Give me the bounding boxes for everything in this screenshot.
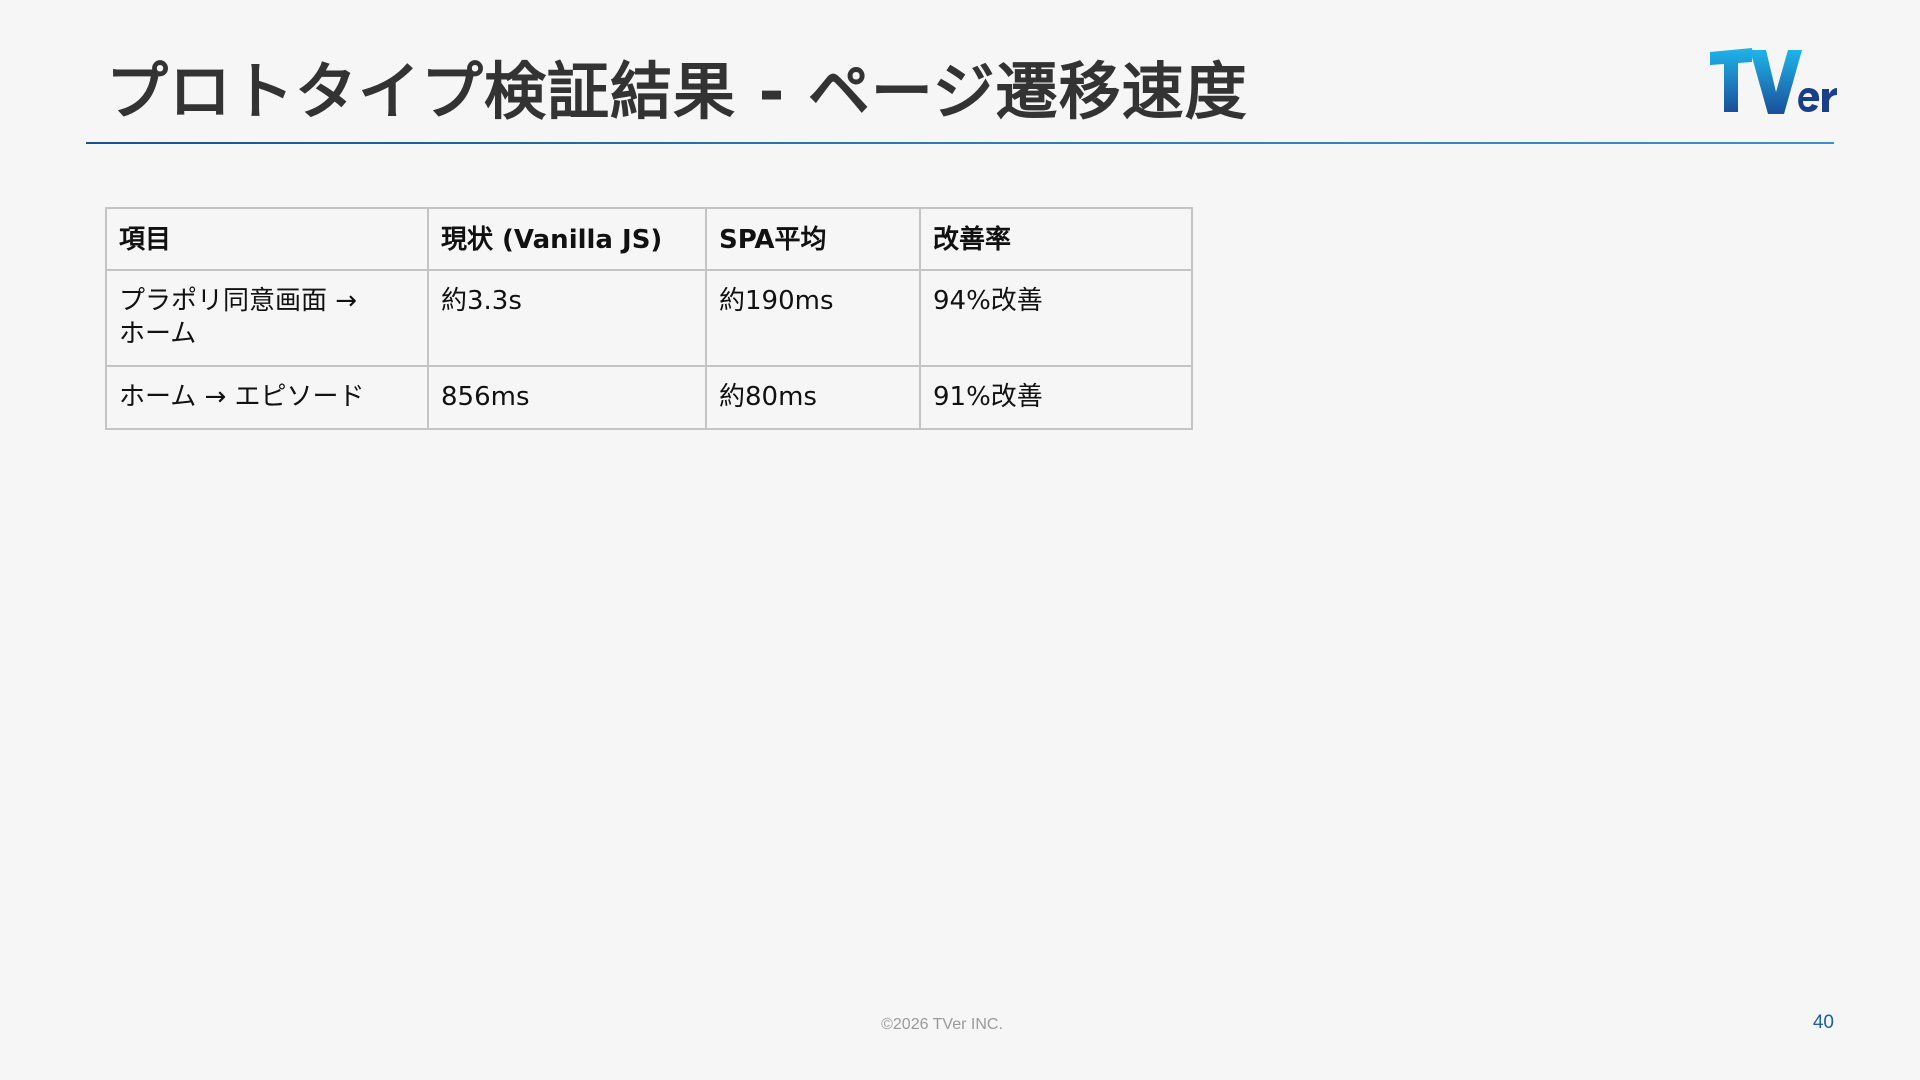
- header-item: 項目: [105, 207, 429, 271]
- table-header-row: 項目 現状 (Vanilla JS) SPA平均 改善率: [105, 207, 1193, 271]
- cell-improvement-rate: 94%改善: [919, 269, 1193, 367]
- slide: プロトタイプ検証結果 - ページ遷移速度 項目 現状 (Vanilla JS) …: [0, 0, 1920, 1080]
- cell-item-line-2: ホーム: [119, 319, 197, 349]
- cell-item: プラポリ同意画面 → ホーム: [105, 269, 429, 367]
- title-underline: [86, 142, 1834, 144]
- cell-item-line-1: プラポリ同意画面 →: [119, 286, 358, 316]
- header-improvement-rate: 改善率: [919, 207, 1193, 271]
- cell-improvement-rate: 91%改善: [919, 365, 1193, 430]
- comparison-table-container: 項目 現状 (Vanilla JS) SPA平均 改善率 プラポリ同意画面 → ホ…: [105, 207, 1193, 430]
- cell-current: 約3.3s: [427, 269, 707, 367]
- page-number: 40: [1812, 1012, 1834, 1033]
- cell-spa-average: 約190ms: [705, 269, 921, 367]
- page-transition-speed-table: 項目 現状 (Vanilla JS) SPA平均 改善率 プラポリ同意画面 → ホ…: [105, 207, 1193, 430]
- cell-item: ホーム → エピソード: [105, 365, 429, 430]
- footer-copyright: ©2026 TVer INC.: [881, 1016, 1003, 1033]
- tver-logo: [1710, 48, 1837, 114]
- cell-current: 856ms: [427, 365, 707, 430]
- slide-title: プロトタイプ検証結果 - ページ遷移速度: [106, 55, 1248, 128]
- table-row: プラポリ同意画面 → ホーム 約3.3s 約190ms 94%改善: [105, 269, 1193, 367]
- header-spa-average: SPA平均: [705, 207, 921, 271]
- cell-spa-average: 約80ms: [705, 365, 921, 430]
- table-row: ホーム → エピソード 856ms 約80ms 91%改善: [105, 365, 1193, 430]
- header-current: 現状 (Vanilla JS): [427, 207, 707, 271]
